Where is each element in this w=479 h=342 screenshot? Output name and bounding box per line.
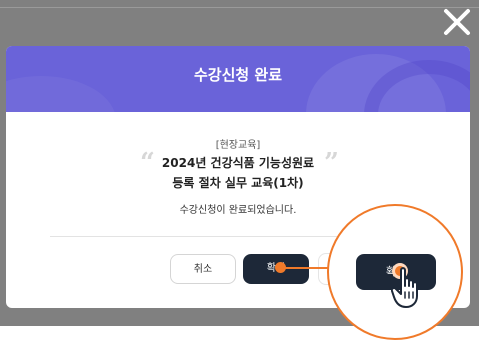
education-type-label: [현장교육] (215, 140, 261, 151)
hand-pointer-icon (391, 267, 418, 308)
callout-dot (275, 262, 286, 273)
modal-title: 수강신청 완료 (193, 66, 283, 84)
zoom-callout: 확인 (327, 204, 463, 340)
callout-line (281, 267, 331, 269)
course-title-line1: 2024년 건강식품 기능성원료 (161, 156, 315, 170)
backdrop-divider (0, 7, 479, 8)
course-title-line2: 등록 절차 실무 교육(1차) (172, 176, 304, 190)
modal-header: 수강신청 완료 (6, 46, 470, 112)
close-icon[interactable] (441, 6, 473, 38)
cancel-button[interactable]: 취소 (170, 254, 236, 284)
